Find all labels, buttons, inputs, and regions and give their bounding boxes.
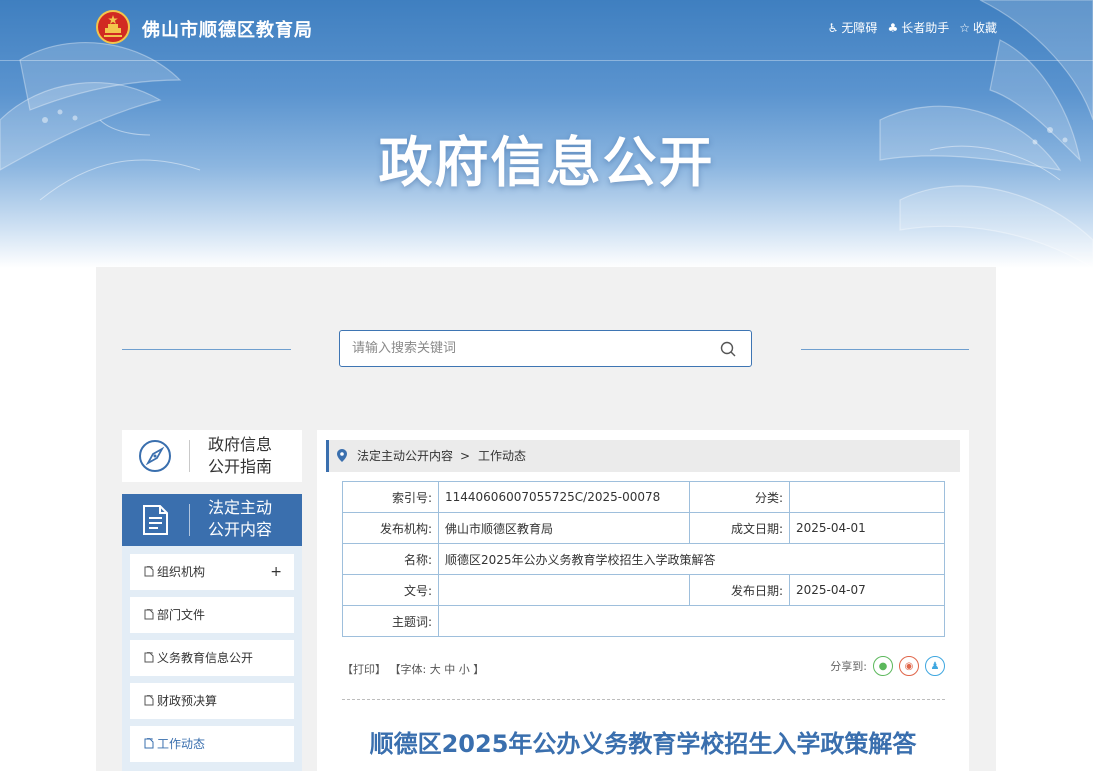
table-row: 发布机构: 佛山市顺德区教育局 成文日期: 2025-04-01	[342, 512, 945, 544]
org-value: 佛山市顺德区教育局	[438, 512, 690, 544]
sidebar-separator	[189, 504, 190, 536]
hero-title: 政府信息公开	[378, 131, 715, 194]
written-date-value: 2025-04-01	[789, 512, 945, 544]
sidebar-guide[interactable]: 政府信息 公开指南	[122, 430, 302, 482]
sidebar-item-compulsory-education[interactable]: 义务教育信息公开	[130, 640, 294, 676]
index-label: 索引号:	[342, 481, 439, 513]
sidebar-item-label: 财政预决算	[157, 694, 218, 708]
share-label: 分享到:	[830, 660, 867, 673]
file-icon	[144, 652, 154, 663]
sidebar-item-label: 工作动态	[157, 737, 206, 751]
top-links: ♿ 无障碍 ♣ 长者助手 ☆ 收藏	[828, 19, 997, 36]
wheelchair-icon: ♿	[827, 20, 839, 35]
publish-date-value: 2025-04-07	[789, 574, 945, 606]
header-divider	[0, 60, 1093, 61]
docno-label: 文号:	[342, 574, 439, 606]
font-size-prefix: 【字体:	[389, 663, 427, 676]
table-row: 索引号: 11440606007055725C/2025-00078 分类:	[342, 481, 945, 513]
sidebar-active-label: 法定主动 公开内容	[208, 497, 272, 541]
file-icon	[144, 566, 154, 577]
sidebar-statutory-content[interactable]: 法定主动 公开内容	[122, 494, 302, 546]
sidebar-item-work-news[interactable]: 工作动态	[130, 726, 294, 762]
sidebar-item-budget[interactable]: 财政预决算	[130, 683, 294, 719]
share-bar: 分享到: ● ◉ ♟	[830, 656, 945, 676]
elder-assistant-link[interactable]: ♣ 长者助手	[887, 19, 949, 36]
org-label: 发布机构:	[342, 512, 439, 544]
national-emblem-icon	[96, 10, 130, 44]
weibo-share-icon[interactable]: ◉	[899, 656, 919, 676]
sidebar-guide-line1: 政府信息	[208, 435, 273, 454]
location-pin-icon	[337, 449, 347, 462]
main-panel: 政府信息 公开指南 法定主动 公开内容 组织机构 + 部门文件 义务教育信息公开	[96, 267, 996, 771]
favorite-link[interactable]: ☆ 收藏	[959, 19, 997, 36]
qq-share-icon[interactable]: ♟	[925, 656, 945, 676]
breadcrumb: 法定主动公开内容 > 工作动态	[326, 440, 960, 472]
document-icon	[143, 505, 168, 535]
content-area: 法定主动公开内容 > 工作动态 索引号: 11440606007055725C/…	[317, 430, 969, 771]
category-value	[789, 481, 945, 513]
sidebar-guide-line2: 公开指南	[208, 457, 273, 476]
accessibility-label: 无障碍	[841, 21, 878, 35]
wechat-share-icon[interactable]: ●	[873, 656, 893, 676]
chevron-right-icon: >	[460, 449, 471, 463]
sidebar-separator	[189, 440, 190, 472]
category-label: 分类:	[689, 481, 790, 513]
font-size-suffix: 】	[473, 663, 485, 676]
name-value: 顺德区2025年公办义务教育学校招生入学政策解答	[438, 543, 945, 575]
subject-label: 主题词:	[342, 605, 439, 637]
divider	[342, 699, 945, 700]
compass-icon	[139, 440, 171, 472]
breadcrumb-work-news[interactable]: 工作动态	[478, 440, 526, 472]
sidebar-active-line1: 法定主动	[208, 498, 273, 517]
table-row: 名称: 顺德区2025年公办义务教育学校招生入学政策解答	[342, 543, 945, 575]
breadcrumb-statutory[interactable]: 法定主动公开内容	[357, 440, 453, 472]
table-row: 主题词:	[342, 605, 945, 637]
search-input[interactable]	[340, 331, 710, 366]
article-title: 顺德区2025年公办义务教育学校招生入学政策解答	[369, 730, 917, 758]
written-date-label: 成文日期:	[689, 512, 790, 544]
document-meta-table: 索引号: 11440606007055725C/2025-00078 分类: 发…	[342, 481, 945, 637]
table-row: 文号: 发布日期: 2025-04-07	[342, 574, 945, 606]
docno-value	[438, 574, 690, 606]
sidebar-item-organization[interactable]: 组织机构 +	[130, 554, 294, 590]
file-icon	[144, 695, 154, 706]
sidebar-guide-label: 政府信息 公开指南	[208, 434, 272, 478]
font-large-button[interactable]: 大	[430, 663, 441, 676]
accessibility-link[interactable]: ♿ 无障碍	[828, 19, 878, 36]
elder-icon: ♣	[887, 20, 899, 35]
banner: 佛山市顺德区教育局 ♿ 无障碍 ♣ 长者助手 ☆ 收藏 政府信息公开	[0, 0, 1093, 268]
search-divider-left	[122, 349, 291, 350]
subject-value	[438, 605, 945, 637]
sidebar-menu: 组织机构 + 部门文件 义务教育信息公开 财政预决算 工作动态	[122, 546, 302, 771]
publish-date-label: 发布日期:	[689, 574, 790, 606]
print-button[interactable]: 【打印】	[342, 663, 386, 676]
font-small-button[interactable]: 小	[459, 663, 470, 676]
sidebar-item-label: 组织机构	[157, 565, 206, 579]
file-icon	[144, 738, 154, 749]
name-label: 名称:	[342, 543, 439, 575]
file-icon	[144, 609, 154, 620]
sidebar-active-line2: 公开内容	[208, 520, 273, 539]
site-name[interactable]: 佛山市顺德区教育局	[142, 16, 313, 42]
sidebar-item-department-docs[interactable]: 部门文件	[130, 597, 294, 633]
sidebar-item-label: 部门文件	[157, 608, 206, 622]
expand-icon[interactable]: +	[270, 554, 282, 590]
article-tools: 【打印】 【字体: 大 中 小 】 分享到: ● ◉ ♟	[342, 656, 945, 677]
index-value: 11440606007055725C/2025-00078	[438, 481, 690, 513]
star-icon: ☆	[959, 20, 970, 35]
search-icon[interactable]	[719, 340, 737, 358]
sidebar-item-label: 义务教育信息公开	[157, 651, 254, 665]
search-divider-right	[801, 349, 969, 350]
font-medium-button[interactable]: 中	[444, 663, 455, 676]
elder-assistant-label: 长者助手	[901, 21, 950, 35]
favorite-label: 收藏	[972, 21, 997, 35]
search-box	[339, 330, 752, 367]
